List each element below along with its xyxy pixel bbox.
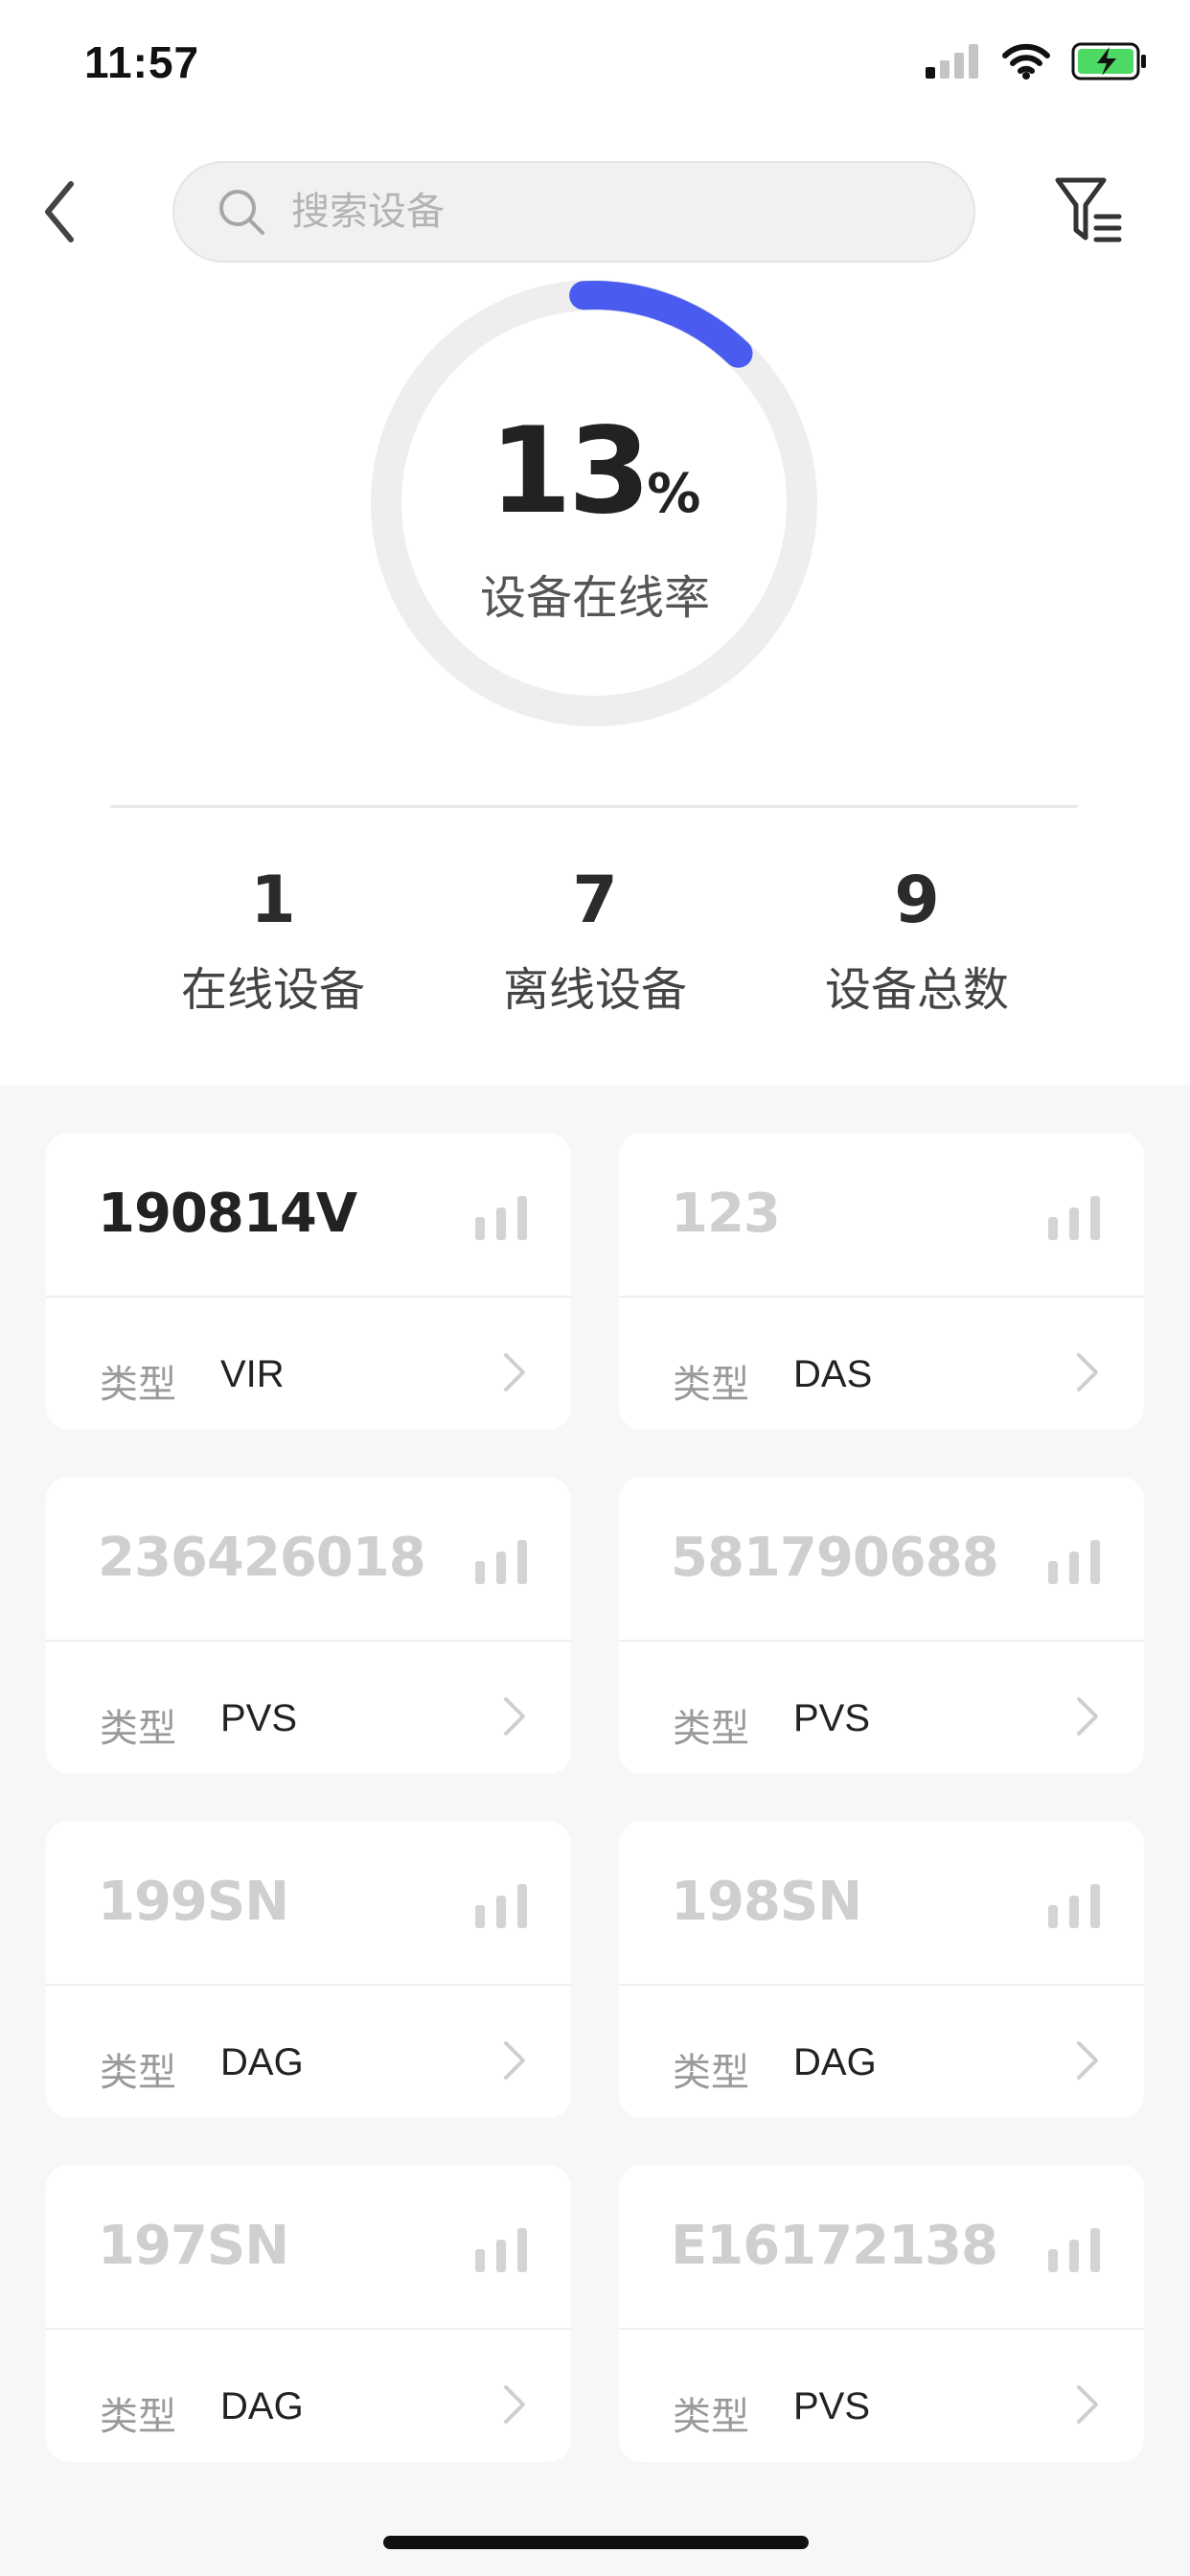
stat-offline: 7 离线设备	[432, 862, 758, 1019]
stat-total: 9 设备总数	[754, 862, 1080, 1019]
card-divider	[46, 1984, 571, 1986]
device-type: DAG	[220, 2041, 304, 2083]
chevron-right-icon	[1077, 1353, 1098, 1392]
device-type-label: 类型	[100, 2396, 176, 2438]
device-type: VIR	[220, 1353, 285, 1395]
online-rate-number: 13	[489, 402, 652, 540]
status-time: 11:57	[84, 37, 200, 87]
device-card[interactable]: 236426018 类型 PVS	[46, 1477, 571, 1774]
chevron-right-icon	[504, 1353, 525, 1392]
signal-bars-icon	[475, 2228, 527, 2272]
chevron-right-icon	[504, 1697, 525, 1736]
device-type-label: 类型	[100, 1364, 176, 1406]
device-type: PVS	[793, 2385, 871, 2427]
stat-value: 9	[894, 862, 940, 938]
card-divider	[619, 1296, 1144, 1298]
signal-bars-icon	[1048, 1884, 1100, 1928]
online-rate-value: 13%	[0, 402, 1190, 540]
chevron-right-icon	[504, 2385, 525, 2424]
chevron-right-icon	[1077, 2041, 1098, 2080]
stat-value: 7	[572, 862, 618, 938]
search-icon	[219, 190, 264, 235]
device-card[interactable]: 581790688 类型 PVS	[619, 1477, 1144, 1774]
device-name: 236426018	[98, 1527, 426, 1589]
device-type-label: 类型	[673, 1364, 749, 1406]
signal-bars-icon	[475, 1196, 527, 1240]
device-type-label: 类型	[673, 2052, 749, 2094]
gauge-progress-arc	[569, 281, 753, 368]
device-name: 197SN	[98, 2215, 289, 2277]
battery-charging-icon	[1071, 42, 1146, 80]
card-divider	[619, 1640, 1144, 1642]
chevron-right-icon	[504, 2041, 525, 2080]
back-button[interactable]	[36, 178, 84, 245]
device-type: PVS	[793, 1697, 871, 1739]
signal-bars-icon	[1048, 2228, 1100, 2272]
device-name: 123	[671, 1183, 781, 1245]
device-name: 581790688	[671, 1527, 999, 1589]
device-type-label: 类型	[100, 2052, 176, 2094]
device-card[interactable]: 190814V 类型 VIR	[46, 1133, 571, 1430]
device-name: 198SN	[671, 1871, 862, 1933]
cellular-signal-icon	[926, 44, 978, 79]
stat-value: 1	[250, 862, 296, 938]
device-name: E16172138	[671, 2215, 998, 2277]
online-rate-label: 设备在线率	[479, 573, 710, 624]
signal-bars-icon	[475, 1540, 527, 1584]
card-divider	[619, 1984, 1144, 1986]
device-card[interactable]: 123 类型 DAS	[619, 1133, 1144, 1430]
search-bar[interactable]	[172, 161, 975, 263]
card-divider	[46, 1640, 571, 1642]
chevron-right-icon	[1077, 1697, 1098, 1736]
card-divider	[46, 2328, 571, 2330]
device-name: 199SN	[98, 1871, 289, 1933]
search-input[interactable]	[289, 189, 868, 235]
signal-bars-icon	[1048, 1196, 1100, 1240]
device-name: 190814V	[98, 1183, 357, 1245]
status-icons	[926, 42, 1148, 80]
home-indicator[interactable]	[383, 2536, 809, 2549]
divider	[110, 805, 1078, 808]
device-type: PVS	[220, 1697, 298, 1739]
device-card[interactable]: E16172138 类型 PVS	[619, 2165, 1144, 2462]
device-card[interactable]: 198SN 类型 DAG	[619, 1821, 1144, 2118]
device-card[interactable]: 197SN 类型 DAG	[46, 2165, 571, 2462]
device-type-label: 类型	[673, 2396, 749, 2438]
filter-icon[interactable]	[1054, 174, 1123, 249]
stat-label: 离线设备	[502, 965, 687, 1016]
device-type: DAS	[793, 1353, 873, 1395]
device-type-label: 类型	[673, 1708, 749, 1750]
signal-bars-icon	[475, 1884, 527, 1928]
card-divider	[46, 1296, 571, 1298]
device-type: DAG	[793, 2041, 877, 2083]
device-type: DAG	[220, 2385, 304, 2427]
stat-online: 1 在线设备	[110, 862, 436, 1019]
stat-label: 在线设备	[180, 965, 365, 1016]
chevron-right-icon	[1077, 2385, 1098, 2424]
signal-bars-icon	[1048, 1540, 1100, 1584]
card-divider	[619, 2328, 1144, 2330]
device-type-label: 类型	[100, 1708, 176, 1750]
stat-label: 设备总数	[824, 965, 1009, 1016]
online-rate-unit: %	[647, 463, 701, 525]
wifi-icon	[1002, 43, 1050, 80]
device-card[interactable]: 199SN 类型 DAG	[46, 1821, 571, 2118]
